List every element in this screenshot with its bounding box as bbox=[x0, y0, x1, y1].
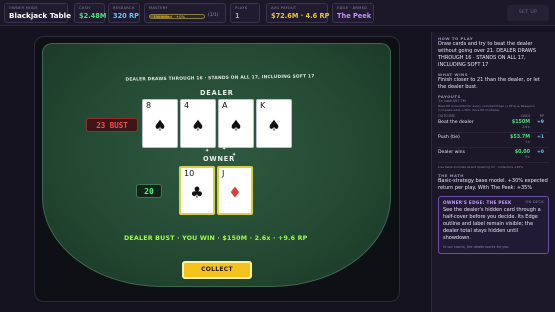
edge-card-heading: OWNER'S EDGE: THE PEEK bbox=[443, 200, 512, 205]
card-rank: K bbox=[260, 101, 266, 110]
title-box: OWNER MODE Blackjack Table bbox=[4, 3, 71, 23]
payout-cash: $53.7M 1× bbox=[500, 135, 530, 144]
dealer-card: 4 ♠ bbox=[180, 99, 216, 148]
dealer-card: K ♠ bbox=[256, 99, 292, 148]
card-rank: J bbox=[222, 169, 225, 178]
payout-cash: $150M 2.6× bbox=[500, 120, 530, 129]
player-card: J ♦ bbox=[217, 166, 253, 215]
col-cash: CASH bbox=[520, 114, 530, 118]
edge-stat[interactable]: EDGE · ARMED The Peek bbox=[332, 3, 374, 23]
payout-table-header: OUTCOME CASH RP bbox=[438, 114, 549, 118]
sparkle-icon: ✦ bbox=[205, 148, 210, 154]
dealer-label: DEALER bbox=[200, 89, 234, 97]
payout-outcome: Push (tie) bbox=[438, 135, 460, 140]
player-score-badge: 20 bbox=[136, 184, 162, 198]
dealer-card: 8 ♠ bbox=[142, 99, 178, 148]
edge-card-footer: In our casino, the dealer works for you. bbox=[443, 245, 510, 249]
cash-stat: CASH $2.48M bbox=[74, 3, 107, 23]
spade-icon: ♠ bbox=[267, 116, 281, 135]
payout-rp: +0 bbox=[536, 150, 544, 155]
payout-outcome: Dealer wins bbox=[438, 150, 465, 155]
dealer-score-badge: 23 BUST bbox=[86, 118, 138, 132]
mastery-rank: Unranked · +0% bbox=[154, 13, 186, 19]
card-rank: 4 bbox=[184, 101, 190, 110]
edge-card-title: OWNER'S EDGE: THE PEEK ON DECK bbox=[443, 200, 544, 205]
top-bar: OWNER MODE Blackjack Table CASH $2.48M R… bbox=[0, 0, 555, 26]
edge-value: The Peek bbox=[337, 12, 372, 20]
payout-rp: +9 bbox=[536, 120, 544, 125]
spade-icon: ♠ bbox=[191, 116, 205, 135]
collect-button[interactable]: COLLECT bbox=[182, 261, 252, 279]
math-text: Basic-strategy base model. +30% expected… bbox=[438, 178, 548, 191]
payout-outcome: Beat the dealer bbox=[438, 120, 474, 125]
spade-icon: ♠ bbox=[153, 116, 167, 135]
card-rank: 8 bbox=[146, 101, 152, 110]
result-text: DEALER BUST · YOU WIN · $150M · 2.6x · +… bbox=[124, 235, 308, 242]
what-wins-text: Finish closer to 21 than the dealer, or … bbox=[438, 77, 540, 90]
edge-card-text: See the dealer's hidden card through a h… bbox=[443, 207, 541, 241]
player-card: 10 ♣ bbox=[179, 166, 215, 215]
how-to-play-text: Draw cards and try to beat the dealer wi… bbox=[438, 41, 537, 68]
plays-value: 1 bbox=[235, 12, 240, 20]
owner-label: OWNER bbox=[203, 155, 235, 163]
game-title: Blackjack Table bbox=[9, 11, 71, 20]
payout-rate: 2.6× bbox=[522, 125, 530, 129]
cash-value: $2.48M bbox=[79, 12, 107, 20]
spade-icon: ♠ bbox=[229, 116, 243, 135]
club-icon: ♣ bbox=[190, 183, 204, 202]
card-rank: 10 bbox=[184, 169, 195, 178]
payout-rate: 0× bbox=[525, 155, 530, 159]
setup-button[interactable]: SET UP bbox=[507, 5, 549, 21]
payout-row: Push (tie) $53.7M 1× +1 bbox=[438, 133, 549, 148]
mastery-row: Unranked · +0% (1/1) bbox=[149, 11, 221, 21]
diamond-icon: ♦ bbox=[228, 183, 242, 202]
mastery-progress-bar: Unranked · +0% bbox=[149, 13, 205, 19]
owners-edge-card: OWNER'S EDGE: THE PEEK ON DECK See the d… bbox=[438, 196, 549, 254]
payout-rp: +1 bbox=[536, 135, 544, 140]
payout-row: Dealer wins $0.00 0× +0 bbox=[438, 148, 549, 163]
payout-rate: 1× bbox=[525, 140, 530, 144]
payout-footnote: Live table includes Grand Opening 3× · C… bbox=[438, 165, 524, 169]
payouts-subtext: Base RP is boosted for every unlocked Ed… bbox=[438, 104, 535, 112]
sparkle-icon: ✦ bbox=[222, 146, 227, 152]
payout-row: Beat the dealer $150M 2.6× +9 bbox=[438, 118, 549, 133]
mastery-stat: MASTERY Unranked · +0% (1/1) bbox=[144, 3, 226, 23]
avg-payout-value: $72.6M · 4.6 RP bbox=[271, 12, 330, 20]
col-outcome: OUTCOME bbox=[438, 114, 456, 118]
info-panel: HOW TO PLAY Draw cards and try to beat t… bbox=[431, 32, 555, 312]
mastery-count: (1/1) bbox=[208, 13, 219, 18]
edge-status-tag: ON DECK bbox=[525, 200, 544, 204]
plays-stat: PLAYS 1 bbox=[230, 3, 260, 23]
research-stat: RESEARCH 320 RP bbox=[108, 3, 140, 23]
dealer-card: A ♠ bbox=[218, 99, 254, 148]
payout-cash: $0.00 0× bbox=[500, 150, 530, 159]
col-rp: RP bbox=[539, 114, 544, 118]
research-value: 320 RP bbox=[113, 12, 139, 20]
avg-payout-stat: AVG PAYOUT $72.6M · 4.6 RP bbox=[266, 3, 330, 23]
card-rank: A bbox=[222, 101, 228, 110]
